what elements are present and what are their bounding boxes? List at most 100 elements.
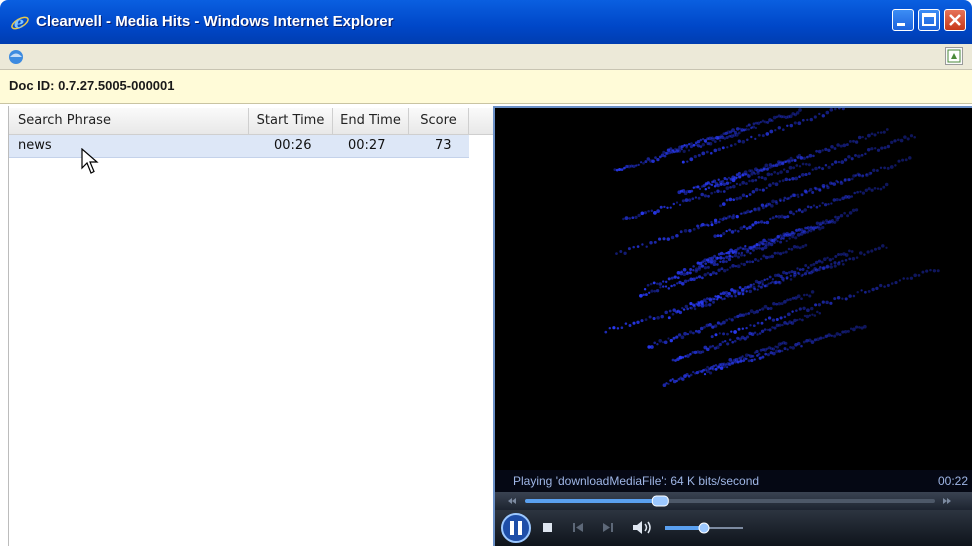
viz-particle <box>721 298 724 301</box>
viz-particle <box>650 209 654 213</box>
viz-particle <box>843 329 848 334</box>
ie-page-icon[interactable] <box>7 48 25 66</box>
viz-particle <box>773 170 777 174</box>
viz-particle <box>836 143 840 147</box>
viz-particle <box>864 137 867 140</box>
viz-particle <box>691 197 695 201</box>
viz-particle <box>698 187 702 191</box>
visualization-area <box>604 108 940 388</box>
viz-particle <box>796 193 800 197</box>
viz-particle <box>709 183 712 186</box>
viz-particle <box>761 242 765 246</box>
viz-particle <box>648 291 651 294</box>
viz-particle <box>784 177 789 182</box>
viz-particle <box>817 187 822 192</box>
viz-particle <box>706 271 710 275</box>
stop-icon[interactable] <box>543 523 552 532</box>
table-row[interactable]: news 00:26 00:27 73 <box>9 135 469 158</box>
viz-particle <box>731 251 735 255</box>
viz-particle <box>847 155 851 159</box>
viz-particle <box>773 241 776 244</box>
viz-particle <box>717 295 720 299</box>
viz-particle <box>921 270 925 274</box>
seek-bar[interactable] <box>495 492 972 510</box>
viz-particle <box>725 260 728 263</box>
close-button[interactable] <box>944 9 966 31</box>
viz-particle <box>642 293 645 297</box>
window-title-bar[interactable]: e Clearwell - Media Hits - Windows Inter… <box>0 0 972 44</box>
viz-particle <box>806 155 809 159</box>
viz-particle <box>699 326 704 331</box>
viz-particle <box>719 139 722 142</box>
seek-thumb[interactable] <box>651 495 669 507</box>
viz-particle <box>864 152 867 156</box>
previous-icon[interactable] <box>573 523 583 532</box>
export-button[interactable] <box>945 47 963 65</box>
viz-particle <box>783 196 787 200</box>
volume-thumb[interactable] <box>698 522 710 534</box>
viz-particle <box>768 255 771 259</box>
viz-particle <box>687 149 691 152</box>
viz-particle <box>725 255 729 259</box>
viz-particle <box>778 252 783 256</box>
viz-particle <box>666 237 671 241</box>
viz-particle <box>767 166 770 169</box>
viz-particle <box>867 289 871 293</box>
viz-particle <box>716 189 720 193</box>
viz-particle <box>808 314 811 317</box>
volume-icon[interactable] <box>633 521 651 534</box>
viz-particle <box>805 293 809 297</box>
viz-particle <box>705 300 708 304</box>
viz-particle <box>855 325 859 329</box>
viz-particle <box>833 220 837 224</box>
viz-particle <box>728 197 733 202</box>
viz-particle <box>760 329 765 333</box>
rewind-icon[interactable] <box>508 498 516 504</box>
header-search-phrase[interactable]: Search Phrase <box>9 108 249 134</box>
viz-particle <box>854 208 859 212</box>
viz-particle <box>801 118 805 122</box>
viz-particle <box>744 182 748 186</box>
viz-particle <box>740 212 743 215</box>
viz-particle <box>729 181 732 184</box>
viz-particle <box>613 168 617 171</box>
header-start-time[interactable]: Start Time <box>249 108 333 134</box>
viz-particle <box>644 293 648 297</box>
viz-particle <box>673 275 677 279</box>
viz-particle <box>743 254 746 257</box>
fast-forward-icon[interactable] <box>943 498 951 504</box>
viz-particle <box>635 164 638 167</box>
viz-particle <box>843 177 847 181</box>
viz-particle <box>708 298 713 302</box>
viz-particle <box>671 378 674 381</box>
viz-particle <box>776 240 779 243</box>
player-status-bar: Playing 'downloadMediaFile': 64 K bits/s… <box>495 470 972 492</box>
viz-particle <box>688 271 692 275</box>
viz-particle <box>774 129 777 132</box>
viz-particle <box>817 303 822 307</box>
viz-particle <box>711 138 715 142</box>
viz-particle <box>701 143 705 147</box>
viz-particle <box>717 147 722 152</box>
viz-particle <box>731 263 735 268</box>
window-title: Clearwell - Media Hits - Windows Interne… <box>36 13 394 30</box>
viz-particle <box>716 137 720 140</box>
minimize-button[interactable] <box>892 9 914 31</box>
viz-particle <box>720 267 724 271</box>
viz-particle <box>725 365 729 369</box>
viz-particle <box>690 189 694 193</box>
header-end-time[interactable]: End Time <box>333 108 409 134</box>
viz-particle <box>728 338 732 341</box>
viz-particle <box>781 323 784 327</box>
viz-particle <box>760 279 764 284</box>
viz-particle <box>750 126 753 130</box>
viz-particle <box>722 257 726 260</box>
viz-particle <box>741 139 746 144</box>
next-icon[interactable] <box>603 523 613 532</box>
maximize-button[interactable] <box>918 9 940 31</box>
viz-particle <box>848 249 851 253</box>
header-score[interactable]: Score <box>409 108 469 134</box>
viz-particle <box>717 220 721 224</box>
pause-button[interactable] <box>501 513 531 543</box>
viz-particle <box>861 135 864 139</box>
